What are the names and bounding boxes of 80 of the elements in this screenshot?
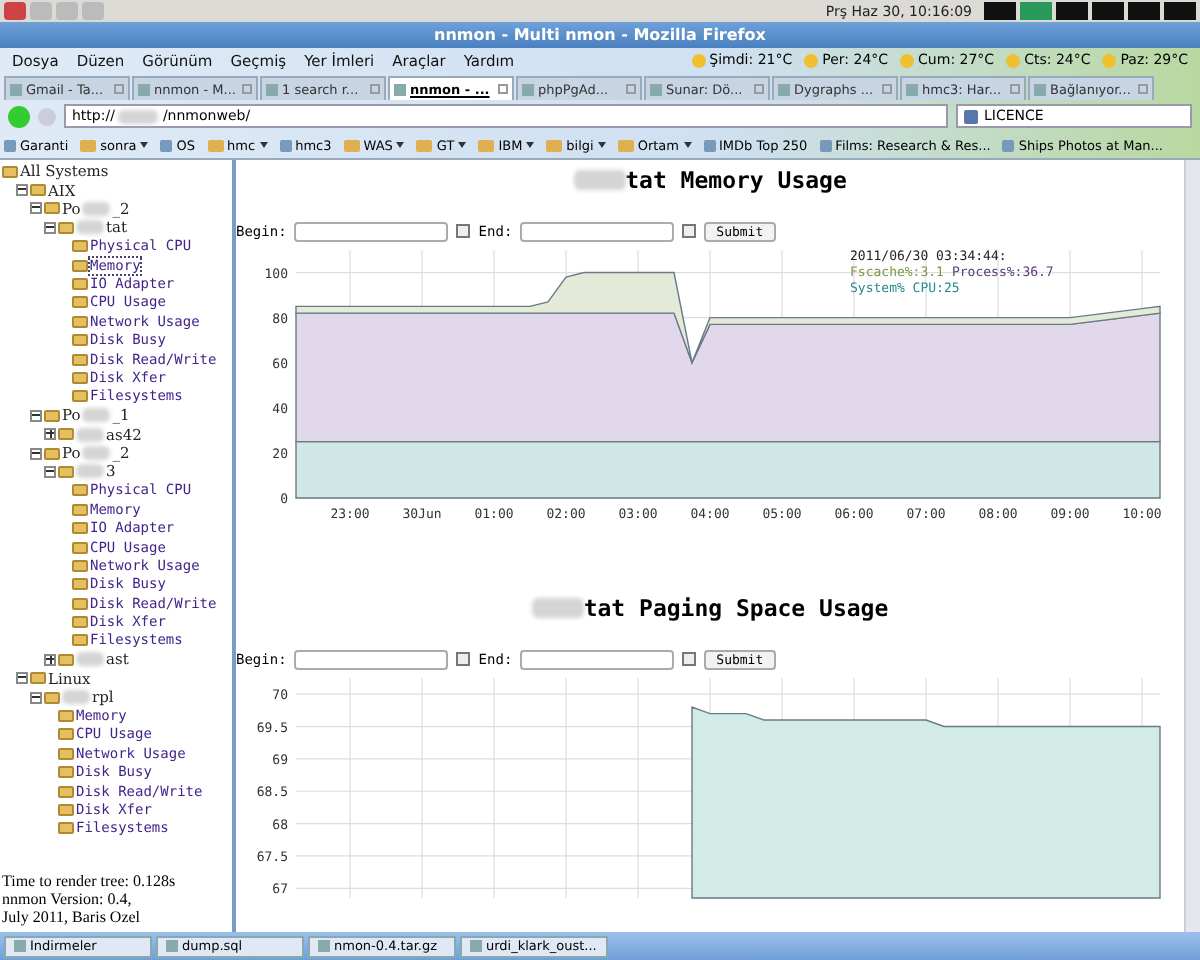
search-engine-icon (964, 109, 978, 123)
favicon-icon (906, 83, 918, 95)
expander-icon[interactable] (16, 672, 28, 685)
folder-icon (546, 139, 563, 151)
expander-icon[interactable] (30, 447, 42, 460)
folder-icon (207, 139, 224, 151)
caret-icon (526, 142, 535, 148)
sun-icon (804, 53, 819, 67)
page-icon (279, 139, 292, 151)
close-icon[interactable] (882, 84, 892, 94)
app-icon[interactable] (4, 2, 26, 20)
expander-icon[interactable] (30, 691, 42, 704)
sun-icon (900, 53, 915, 67)
page-icon (703, 139, 715, 151)
favicon-icon (778, 83, 790, 95)
expander-icon[interactable] (44, 465, 56, 478)
caret-icon (683, 142, 691, 148)
close-icon[interactable] (754, 84, 764, 94)
expander-icon[interactable] (44, 221, 56, 234)
favicon-icon (266, 83, 278, 95)
folder-icon (80, 139, 97, 151)
folder-icon (416, 139, 433, 151)
app-icon[interactable] (30, 2, 52, 20)
expander-icon[interactable] (16, 184, 28, 197)
end-date-field[interactable] (520, 221, 675, 241)
expander-icon[interactable] (30, 409, 42, 422)
file-icon (14, 940, 26, 952)
close-icon[interactable] (1138, 84, 1148, 94)
scrollbar[interactable] (1184, 160, 1200, 932)
favicon-icon (10, 83, 22, 95)
expander-icon[interactable] (44, 428, 56, 441)
calendar-icon[interactable] (456, 224, 471, 238)
calendar-icon[interactable] (682, 224, 697, 238)
window-title: nnmon - Multi nmon - Mozilla Firefox (0, 22, 1200, 48)
folder-icon (617, 139, 634, 151)
file-icon (166, 940, 178, 952)
caret-icon (396, 142, 405, 148)
begin-date-field[interactable] (294, 649, 449, 669)
back-icon[interactable] (8, 105, 30, 127)
close-icon[interactable] (370, 84, 380, 94)
favicon-icon (1034, 83, 1046, 95)
caret-icon (140, 142, 149, 148)
calendar-icon[interactable] (682, 652, 697, 666)
favicon-icon (394, 83, 406, 95)
app-icon[interactable] (82, 2, 104, 20)
close-icon[interactable] (626, 84, 636, 94)
caret-icon (259, 142, 268, 148)
favicon-icon (522, 83, 534, 95)
sun-icon (1006, 53, 1021, 67)
blurred-text (118, 109, 159, 123)
close-icon[interactable] (1010, 84, 1020, 94)
sun-icon (1102, 53, 1117, 67)
file-icon (470, 940, 482, 952)
app-icon[interactable] (56, 2, 78, 20)
end-date-field[interactable] (520, 649, 675, 669)
page-icon (819, 139, 832, 151)
sun-icon (691, 53, 706, 67)
file-icon (318, 940, 330, 952)
folder-icon (478, 139, 495, 151)
chart-title: tat Paging Space Usage (583, 594, 889, 622)
close-icon[interactable] (114, 84, 124, 94)
close-icon[interactable] (242, 84, 252, 94)
caret-icon (458, 142, 467, 148)
page-icon (160, 139, 173, 151)
close-icon[interactable] (498, 84, 508, 94)
page-icon (4, 139, 16, 151)
forward-icon[interactable] (38, 107, 56, 125)
footer-text: nnmon Version: 0.4, (2, 890, 134, 908)
favicon-icon (138, 83, 150, 95)
begin-date-field[interactable] (294, 221, 449, 241)
favicon-icon (650, 83, 662, 95)
calendar-icon[interactable] (456, 652, 471, 666)
page-icon (1002, 139, 1015, 151)
folder-icon (343, 139, 360, 151)
chart-title: tat Memory Usage (625, 166, 847, 194)
footer-text: July 2011, Baris Ozel (2, 908, 143, 926)
footer-text: Time to render tree: 0.128s (2, 872, 178, 890)
expander-icon[interactable] (30, 202, 42, 215)
caret-icon (597, 142, 606, 148)
expander-icon[interactable] (44, 653, 56, 666)
